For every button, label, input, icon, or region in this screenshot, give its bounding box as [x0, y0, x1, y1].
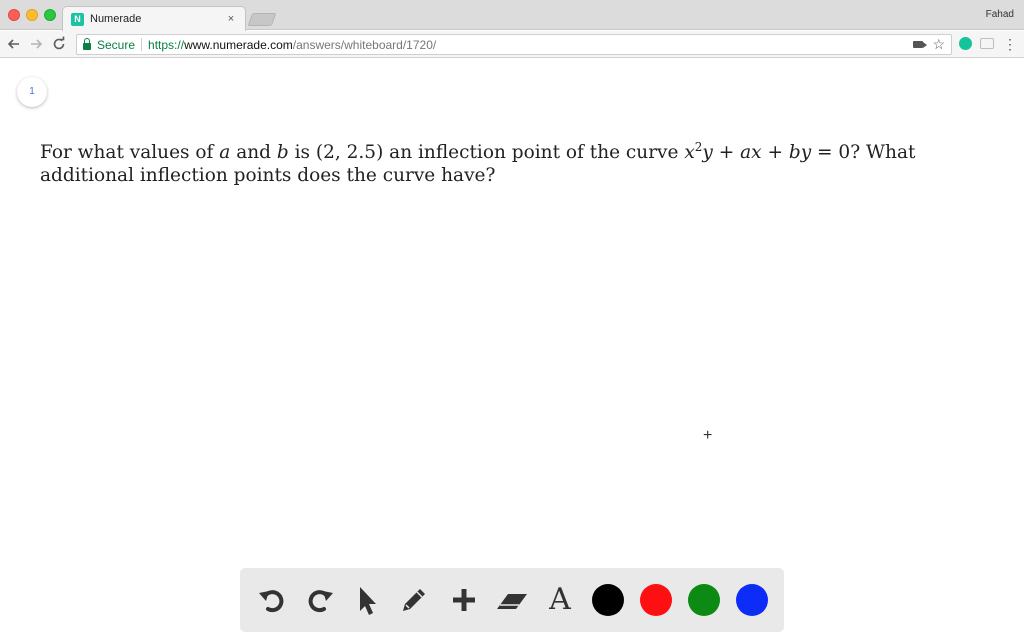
redo-icon[interactable]: [302, 582, 338, 618]
new-tab-button[interactable]: [247, 13, 277, 26]
cast-extension-icon[interactable]: [980, 38, 994, 49]
drawing-toolbar: A: [240, 568, 784, 632]
browser-titlebar: N Numerade × Fahad: [0, 0, 1024, 31]
equation-equals-zero: = 0: [811, 142, 851, 163]
browser-navbar: Secure https://www.numerade.com/answers/…: [0, 31, 1024, 58]
equation-ax: ax: [740, 142, 762, 163]
star-icon[interactable]: ☆: [932, 36, 945, 53]
crosshair-cursor-icon: +: [703, 427, 713, 444]
zoom-window-button[interactable]: [44, 9, 56, 21]
url-scheme: https://: [148, 37, 185, 52]
text-icon[interactable]: A: [542, 582, 578, 618]
arrow-left-icon[interactable]: [5, 35, 23, 53]
browser-tab[interactable]: N Numerade ×: [62, 6, 246, 31]
question-part: For what values of: [40, 142, 220, 163]
equation-y: y: [702, 142, 713, 163]
plus-icon[interactable]: [446, 582, 482, 618]
page-number-badge[interactable]: 1: [17, 77, 47, 107]
tab-title: Numerade: [90, 13, 142, 25]
url-separator: [141, 38, 143, 51]
pencil-icon[interactable]: [396, 582, 432, 618]
tab-close-icon[interactable]: ×: [225, 13, 237, 25]
url-host: www.numerade.com: [184, 37, 293, 52]
lock-icon: [83, 37, 91, 50]
numerade-favicon-icon: N: [71, 12, 84, 26]
equation-plus: +: [712, 142, 741, 163]
color-swatch-red[interactable]: [640, 584, 672, 616]
question-part: is (2, 2.5) an inflection point of the c…: [288, 142, 685, 163]
question-text: For what values of a and b is (2, 2.5) a…: [40, 141, 1000, 187]
camera-icon[interactable]: [913, 41, 927, 48]
eraser-icon[interactable]: [494, 582, 530, 618]
close-window-button[interactable]: [8, 9, 20, 21]
variable-b: b: [276, 142, 289, 163]
grammarly-extension-icon[interactable]: [959, 37, 972, 50]
undo-icon[interactable]: [254, 582, 290, 618]
minimize-window-button[interactable]: [26, 9, 38, 21]
color-swatch-black[interactable]: [592, 584, 624, 616]
equation-plus: +: [761, 142, 789, 163]
pointer-icon[interactable]: [348, 582, 384, 618]
equation-x: x: [684, 142, 695, 163]
color-swatch-green[interactable]: [688, 584, 720, 616]
arrow-right-icon[interactable]: [27, 35, 45, 53]
profile-name[interactable]: Fahad: [986, 9, 1014, 20]
address-bar[interactable]: Secure https://www.numerade.com/answers/…: [76, 34, 952, 55]
color-swatch-blue[interactable]: [736, 584, 768, 616]
equation-by: by: [788, 142, 812, 163]
variable-a: a: [219, 142, 231, 163]
secure-label: Secure: [97, 37, 136, 52]
question-part: and: [230, 142, 277, 163]
more-menu-icon[interactable]: ⋮: [1003, 35, 1017, 53]
reload-icon[interactable]: [50, 35, 68, 53]
url-path: /answers/whiteboard/1720/: [292, 37, 437, 52]
